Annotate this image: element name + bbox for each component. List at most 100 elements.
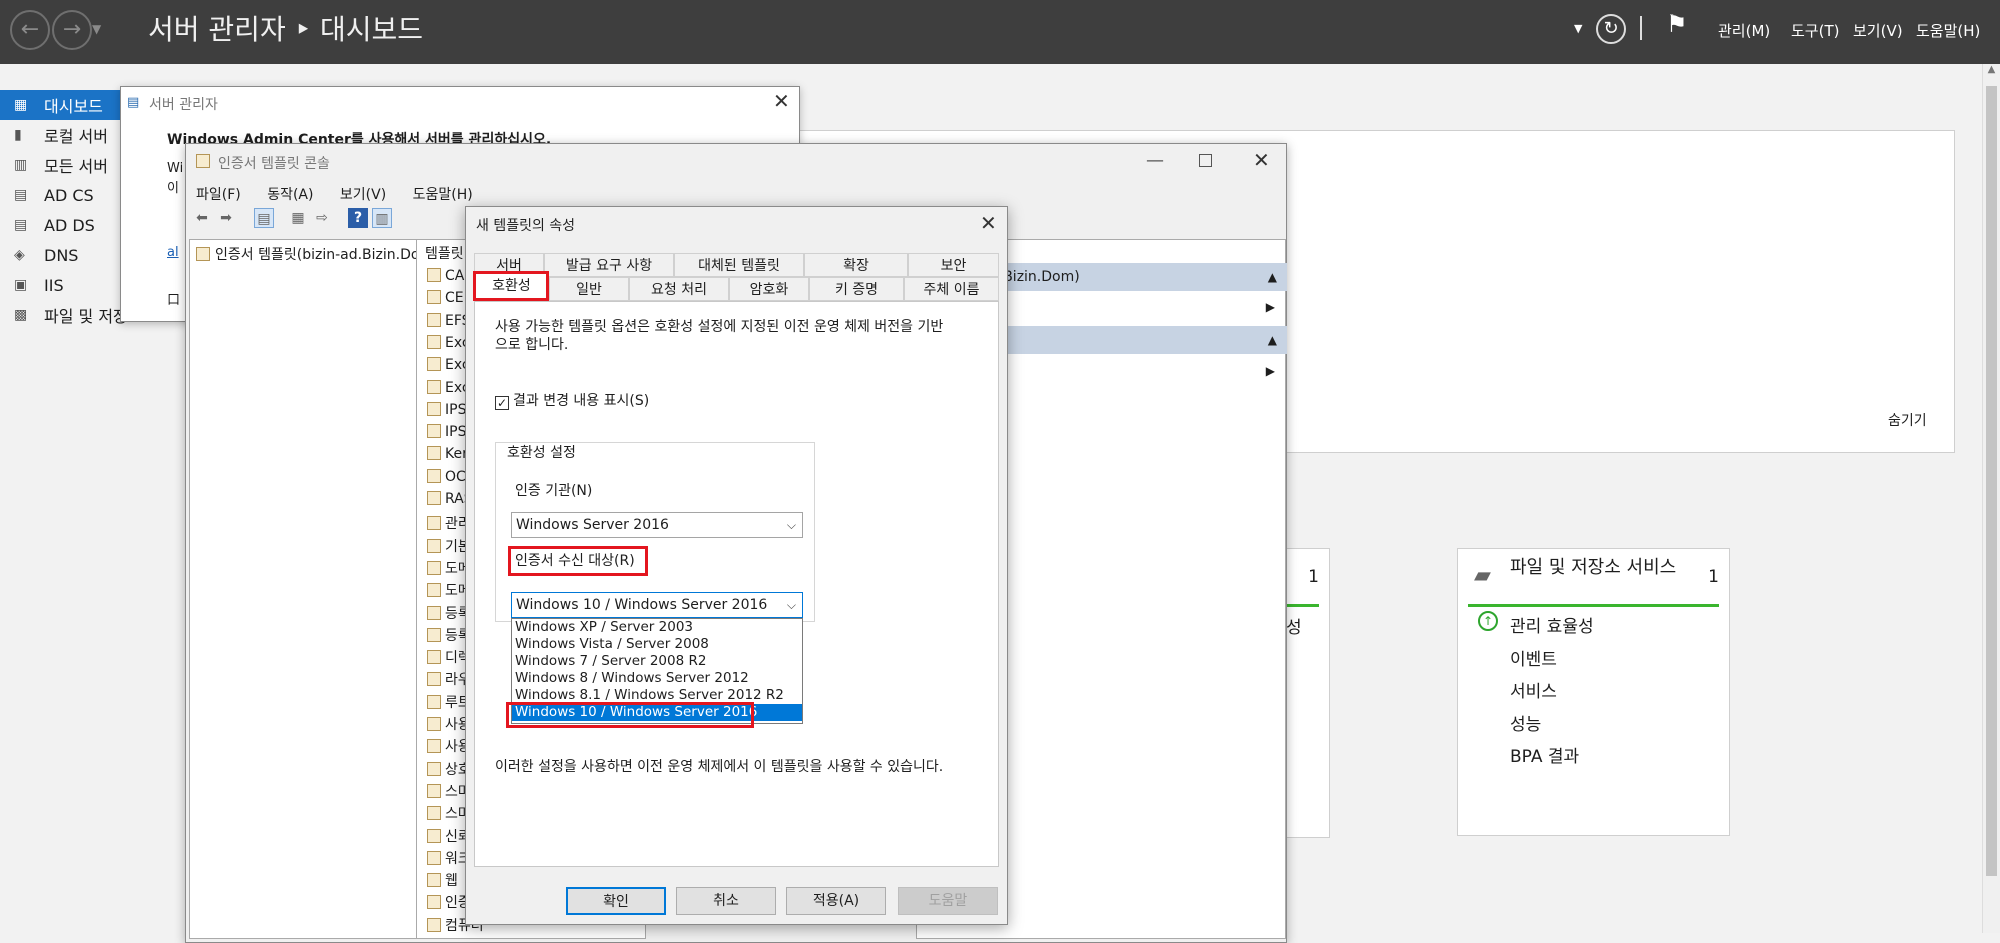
tab-subject-name[interactable]: 주체 이름 [904,277,999,301]
ok-button[interactable]: 확인 [566,887,666,915]
tab-superseded[interactable]: 대체된 템플릿 [674,253,804,277]
back-icon[interactable]: ⬅ [192,208,212,228]
list-item[interactable]: OC [427,468,466,491]
tab-row-1: 서버 발급 요구 사항 대체된 템플릿 확장 보안 [474,253,999,277]
option-vista[interactable]: Windows Vista / Server 2008 [512,636,802,653]
submenu-arrow-icon[interactable]: ▶ [1266,364,1275,378]
menu-tools[interactable]: 도구(T) [1791,20,1839,41]
close-icon[interactable]: ✕ [773,89,790,113]
template-icon [427,401,441,416]
template-icon [427,917,441,932]
tile-count: 1 [1708,567,1719,587]
tab-cryptography[interactable]: 암호화 [729,277,809,301]
menu-manage[interactable]: 관리(M) [1718,20,1770,41]
console-icon [196,154,210,168]
menu-view[interactable]: 보기(V) [340,187,386,203]
column-header-template[interactable]: 템플릿 [425,243,464,263]
option-win8[interactable]: Windows 8 / Windows Server 2012 [512,670,802,687]
collapse-icon[interactable]: ▲ [1268,326,1277,354]
menu-help[interactable]: 도움말(H) [413,187,473,203]
console-toolbar: ⬅ ➡ ▤ ▦ ⇨ ? ▥ [192,206,492,232]
flag-icon[interactable]: ⚑ [1666,10,1688,38]
dialog-link-fragment[interactable]: al [167,245,179,260]
list-item[interactable]: IPS [427,401,466,424]
submenu-arrow-icon[interactable]: ▶ [1266,300,1275,314]
tab-general[interactable]: 일반 [549,277,629,301]
maximize-icon[interactable] [1199,154,1212,167]
highlight-compatibility-tab [473,271,549,301]
tree-node-templates[interactable]: 인증서 템플릿(bizin-ad.Bizin.Do [196,244,419,264]
sidebar-item-label: 대시보드 [44,97,103,116]
cancel-button[interactable]: 취소 [676,887,776,915]
help-icon[interactable]: ? [348,208,368,228]
tab-key-attestation[interactable]: 키 증명 [809,277,904,301]
tile-item-bpa[interactable]: BPA 결과 [1510,742,1579,767]
menu-help[interactable]: 도움말(H) [1916,20,1980,41]
tile-item-events[interactable]: 이벤트 [1510,645,1557,670]
dialog-text-fragment: Wi [167,161,184,176]
tab-extensions[interactable]: 확장 [804,253,908,277]
help-button[interactable]: 도움말 [898,887,998,915]
tab-security[interactable]: 보안 [908,253,999,277]
vertical-scrollbar[interactable]: ▲ [1982,64,2000,933]
tile-item-services[interactable]: 서비스 [1510,677,1557,702]
tile-item-performance[interactable]: 성능 [1510,710,1541,735]
select-value: Windows Server 2016 [516,517,669,533]
option-win7[interactable]: Windows 7 / Server 2008 R2 [512,653,802,670]
nav-dropdown-icon[interactable]: ▼ [92,22,101,36]
forward-icon[interactable]: ➡ [216,208,236,228]
back-arrow-icon[interactable]: ← [10,10,50,50]
tab-request-handling[interactable]: 요청 처리 [629,277,729,301]
chevron-down-icon: ⌵ [786,598,796,612]
refresh-icon[interactable]: ↻ [1596,14,1626,44]
sidebar-item-label: 모든 서버 [44,157,108,176]
collapse-icon[interactable]: ▲ [1268,263,1277,291]
role-tile-file-storage[interactable]: ▰ 파일 및 저장소 서비스 1 ↑ 관리 효율성 이벤트 서비스 성능 BPA… [1457,548,1730,836]
export-icon[interactable]: ⇨ [312,208,332,228]
list-item[interactable]: Exc [427,357,470,379]
menu-action[interactable]: 동작(A) [267,187,313,203]
ca-version-select[interactable]: Windows Server 2016 ⌵ [511,512,803,538]
list-item-label: 웹 [445,873,458,890]
list-item[interactable]: Exc [427,379,470,402]
minimize-icon[interactable]: — [1146,150,1164,171]
list-item[interactable]: Ker [427,446,468,468]
menu-file[interactable]: 파일(F) [196,187,241,203]
apply-button[interactable]: 적용(A) [786,887,886,915]
tile-item-manageability[interactable]: 관리 효율성 [1510,612,1594,637]
recipient-version-select[interactable]: Windows 10 / Windows Server 2016 ⌵ [511,592,803,618]
dialog-checkbox-fragment[interactable]: 口 [167,289,180,308]
menu-view[interactable]: 보기(V) [1853,20,1903,41]
show-tree-icon[interactable]: ▤ [254,208,274,228]
close-icon[interactable]: ✕ [980,211,997,235]
template-icon [427,491,441,505]
tile-count: 1 [1308,567,1319,587]
template-icon [427,806,441,821]
option-xp[interactable]: Windows XP / Server 2003 [512,619,802,636]
action-pane-icon[interactable]: ▥ [372,208,392,228]
tab-issuance[interactable]: 발급 요구 사항 [544,253,674,277]
properties-icon[interactable]: ▦ [288,208,308,228]
list-item[interactable]: Exc [427,334,470,357]
checkbox-checked-icon[interactable]: ✓ [495,396,509,410]
template-icon [427,357,441,372]
divider [1640,16,1642,40]
list-item[interactable]: CEI [427,290,468,312]
list-item[interactable]: CA [427,268,464,290]
scroll-thumb[interactable] [1986,86,1997,876]
close-icon[interactable]: ✕ [1253,148,1270,172]
list-item[interactable]: 웹 [427,870,458,892]
hide-link[interactable]: 숨기기 [1888,410,1927,430]
list-item[interactable]: IPS [427,424,466,446]
list-item[interactable]: EFS [427,312,471,335]
show-changes-checkbox[interactable]: ✓ 결과 변경 내용 표시(S) [495,392,649,410]
notification-dropdown-icon[interactable]: ▼ [1574,22,1582,35]
sidebar-item-label: IIS [44,275,64,295]
sidebar-item-label: AD DS [44,215,95,235]
forward-arrow-icon[interactable]: → [52,10,92,50]
dashboard-icon: ▦ [14,97,28,113]
compatibility-tab-pane: 사용 가능한 템플릿 옵션은 호환성 설정에 지정된 이전 운영 체제 버전을 … [474,301,999,867]
folder-icon: ▰ [1474,563,1491,588]
scroll-up-icon[interactable]: ▲ [1983,64,2000,75]
tile-item[interactable]: 성 [1286,613,1302,638]
